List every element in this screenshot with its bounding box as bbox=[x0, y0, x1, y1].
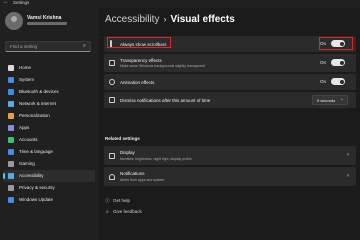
search-icon[interactable]: ⌕ bbox=[83, 43, 86, 50]
toggle-state-label: On bbox=[319, 41, 326, 46]
sidebar-item-label: Personalization bbox=[19, 113, 50, 118]
get-help-link[interactable]: ⓘ Get help bbox=[105, 198, 130, 204]
bluetooth-icon bbox=[8, 89, 14, 95]
toggle-state-label: On bbox=[319, 60, 326, 65]
breadcrumb-parent[interactable]: Accessibility bbox=[105, 14, 159, 25]
sidebar-item-network[interactable]: Network & internet bbox=[3, 98, 95, 110]
notification-timer-icon bbox=[109, 97, 115, 103]
setting-title: Dismiss notifications after this amount … bbox=[120, 97, 211, 103]
dismiss-time-dropdown[interactable]: 5 seconds ⌄ bbox=[312, 95, 348, 105]
shield-icon bbox=[8, 185, 14, 191]
related-settings-heading: Related settings bbox=[105, 136, 140, 141]
globe-clock-icon bbox=[8, 149, 14, 155]
sidebar-item-accounts[interactable]: Accounts bbox=[3, 134, 95, 146]
avatar[interactable] bbox=[5, 12, 23, 30]
setting-dismiss-notifications: Dismiss notifications after this amount … bbox=[104, 92, 356, 108]
person-icon bbox=[8, 137, 14, 143]
scrollbar-icon bbox=[110, 40, 112, 48]
sidebar-item-label: Gaming bbox=[19, 161, 35, 166]
sidebar-item-label: Network & internet bbox=[19, 101, 57, 106]
give-feedback-link[interactable]: ☺ Give feedback bbox=[105, 209, 142, 214]
chevron-right-icon: › bbox=[347, 172, 349, 179]
user-email-redacted bbox=[27, 22, 67, 25]
related-description: Alerts from apps and system bbox=[120, 177, 165, 182]
dropdown-value: 5 seconds bbox=[317, 97, 336, 103]
sidebar-item-gaming[interactable]: Gaming bbox=[3, 158, 95, 170]
search-placeholder: Find a setting bbox=[10, 44, 38, 49]
related-description: Monitors, brightness, night light, displ… bbox=[120, 156, 192, 161]
sidebar-item-privacy[interactable]: Privacy & security bbox=[3, 182, 95, 194]
user-name: Vamsi Krishna bbox=[27, 15, 62, 21]
sidebar-item-label: Accessibility bbox=[19, 173, 44, 178]
app-title: Settings bbox=[13, 0, 30, 5]
main-content: Accessibility › Visual effects Always show… bbox=[98, 8, 360, 240]
breadcrumb-separator: › bbox=[163, 14, 167, 24]
back-arrow-icon[interactable]: ← bbox=[3, 0, 9, 5]
breadcrumb: Accessibility › Visual effects bbox=[105, 14, 235, 25]
accessibility-icon bbox=[8, 173, 14, 179]
get-help-label: Get help bbox=[113, 198, 131, 203]
sidebar-item-apps[interactable]: Apps bbox=[3, 122, 95, 134]
chevron-right-icon: › bbox=[347, 151, 349, 158]
transparency-icon bbox=[109, 60, 115, 66]
sidebar-item-accessibility[interactable]: Accessibility bbox=[3, 170, 95, 182]
sidebar-item-personalization[interactable]: Personalization bbox=[3, 110, 95, 122]
setting-transparency-effects: Transparency effects Make some Windows b… bbox=[104, 54, 356, 72]
setting-title: Transparency effects bbox=[120, 57, 162, 63]
setting-animation-effects: Animation effects On bbox=[104, 74, 356, 90]
sidebar-item-label: System bbox=[19, 77, 35, 82]
setting-description: Make some Windows backgrounds slightly t… bbox=[120, 64, 205, 68]
apps-icon bbox=[8, 125, 14, 131]
sidebar-item-label: Time & language bbox=[19, 149, 53, 154]
related-title: Display bbox=[120, 150, 135, 155]
help-icon: ⓘ bbox=[105, 198, 110, 203]
related-notifications-link[interactable]: Notifications Alerts from apps and syste… bbox=[104, 167, 356, 186]
wifi-icon bbox=[8, 101, 14, 107]
toggle-state-label: On bbox=[319, 79, 326, 84]
monitor-icon bbox=[8, 77, 14, 83]
transparency-toggle[interactable] bbox=[331, 59, 345, 66]
display-icon bbox=[109, 152, 115, 159]
sidebar-item-system[interactable]: System bbox=[3, 74, 95, 86]
related-display-link[interactable]: Display Monitors, brightness, night ligh… bbox=[104, 146, 356, 165]
setting-title: Animation effects bbox=[120, 79, 155, 85]
home-icon bbox=[8, 65, 14, 71]
sidebar-item-label: Apps bbox=[19, 125, 30, 130]
sidebar-item-label: Windows Update bbox=[19, 197, 54, 202]
page-title: Visual effects bbox=[170, 14, 235, 25]
title-bar: ← Settings bbox=[0, 0, 360, 8]
sidebar-item-label: Privacy & security bbox=[19, 185, 55, 190]
search-input[interactable]: Find a setting ⌕ bbox=[5, 41, 91, 52]
feedback-icon: ☺ bbox=[105, 209, 110, 214]
brush-icon bbox=[8, 113, 14, 119]
nav-list: Home System Bluetooth & devices Network … bbox=[3, 62, 95, 206]
sidebar-item-home[interactable]: Home bbox=[3, 62, 95, 74]
sidebar-item-bluetooth[interactable]: Bluetooth & devices bbox=[3, 86, 95, 98]
related-title: Notifications bbox=[120, 171, 145, 176]
gamepad-icon bbox=[8, 161, 14, 167]
sidebar-item-windows-update[interactable]: Windows Update bbox=[3, 194, 95, 206]
setting-always-show-scrollbars: Always show scrollbars On bbox=[104, 36, 356, 52]
sidebar-item-time-language[interactable]: Time & language bbox=[3, 146, 95, 158]
sidebar-item-label: Home bbox=[19, 65, 32, 70]
animation-toggle[interactable] bbox=[331, 78, 345, 85]
give-feedback-label: Give feedback bbox=[113, 209, 142, 214]
setting-title: Always show scrollbars bbox=[120, 41, 167, 47]
bell-icon bbox=[109, 173, 115, 180]
animation-icon bbox=[109, 79, 115, 85]
scrollbars-toggle[interactable] bbox=[331, 40, 345, 47]
sidebar-item-label: Accounts bbox=[19, 137, 38, 142]
sidebar-item-label: Bluetooth & devices bbox=[19, 89, 59, 94]
chevron-down-icon: ⌄ bbox=[339, 96, 344, 102]
sidebar: Vamsi Krishna Find a setting ⌕ Home Syst… bbox=[0, 8, 98, 240]
update-icon bbox=[8, 197, 14, 203]
